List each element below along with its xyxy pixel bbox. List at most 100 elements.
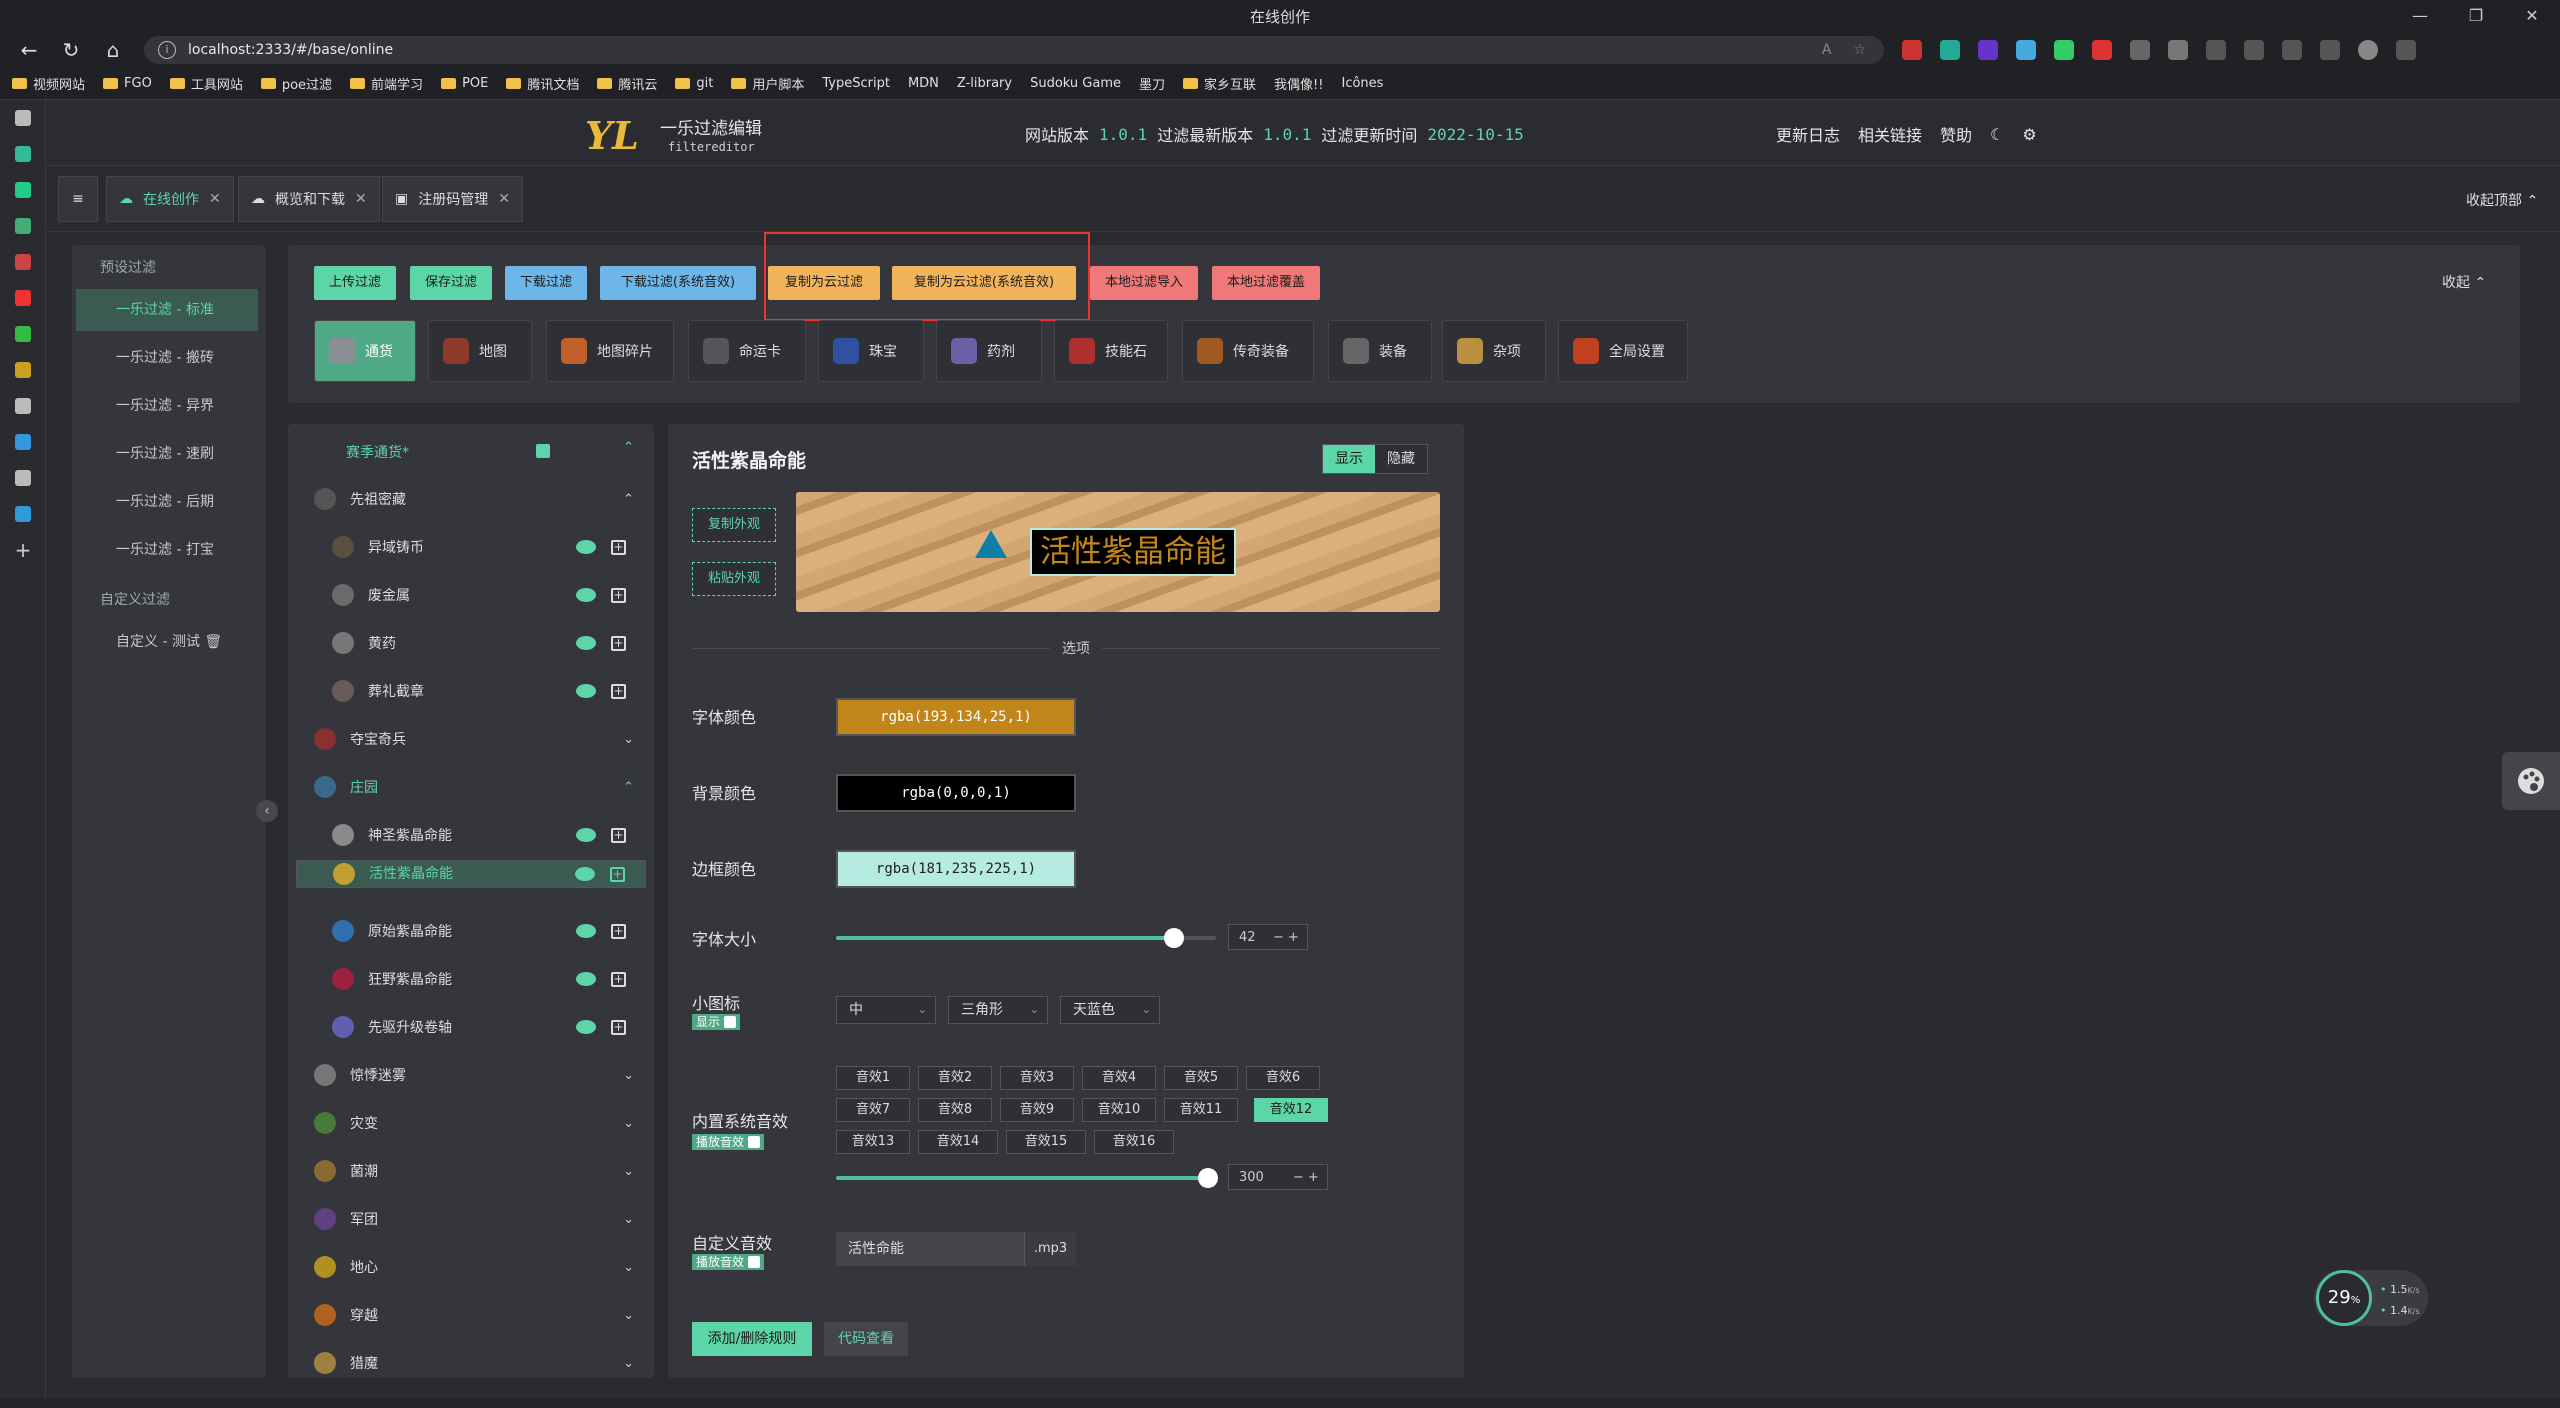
overwrite-local-filter-button[interactable]: 本地过滤覆盖 — [1212, 266, 1320, 300]
preset-item[interactable]: 一乐过滤 - 后期 — [76, 481, 258, 523]
sound-option[interactable]: 音效16 — [1094, 1130, 1174, 1154]
sound-option[interactable]: 音效11 — [1164, 1098, 1238, 1122]
sound-option[interactable]: 音效7 — [836, 1098, 910, 1122]
category-misc[interactable]: 杂项 — [1442, 320, 1546, 382]
preset-item[interactable]: 一乐过滤 - 打宝 — [76, 529, 258, 571]
category-flasks[interactable]: 药剂 — [936, 320, 1042, 382]
plus-icon[interactable]: + — [1308, 1170, 1319, 1185]
sound-option-selected[interactable]: 音效12 — [1254, 1098, 1328, 1122]
vue-icon[interactable] — [0, 136, 46, 172]
border-color-picker[interactable]: rgba(181,235,225,1) — [836, 850, 1076, 888]
tree-node[interactable]: 夺宝奇兵 ⌄ — [296, 716, 646, 762]
preset-item[interactable]: 一乐过滤 - 搬砖 — [76, 337, 258, 379]
refresh-icon[interactable] — [2206, 40, 2226, 60]
bookmark[interactable]: Z-library — [957, 76, 1012, 91]
extension-icon[interactable] — [1940, 40, 1960, 60]
play-icon[interactable] — [0, 280, 46, 316]
bookmark[interactable]: 视频网站 — [12, 74, 85, 93]
sound-option[interactable]: 音效5 — [1164, 1066, 1238, 1090]
view-code-button[interactable]: 代码查看 — [824, 1322, 908, 1356]
close-icon[interactable]: ✕ — [498, 191, 510, 207]
tree-node[interactable]: 废金属 + — [296, 572, 646, 618]
extension-icon[interactable] — [2130, 40, 2150, 60]
download-filter-sound-button[interactable]: 下载过滤(系统音效) — [600, 266, 756, 300]
preset-item[interactable]: 一乐过滤 - 标准 — [76, 289, 258, 331]
minimize-icon[interactable]: — — [2392, 0, 2448, 32]
bookmark[interactable]: 用户脚本 — [731, 74, 804, 93]
info-icon[interactable]: i — [158, 41, 176, 59]
sound-option[interactable]: 音效2 — [918, 1066, 992, 1090]
maximize-icon[interactable]: ❐ — [2448, 0, 2504, 32]
back-icon[interactable]: ← — [16, 37, 42, 63]
bg-color-picker[interactable]: rgba(0,0,0,1) — [836, 774, 1076, 812]
bookmark[interactable]: poe过滤 — [260, 74, 332, 93]
copy-look-button[interactable]: 复制外观 — [692, 508, 776, 542]
bookmark[interactable]: 家乡互联 — [1183, 74, 1256, 93]
category-currency[interactable]: 通货 — [314, 320, 416, 382]
font-color-picker[interactable]: rgba(193,134,25,1) — [836, 698, 1076, 736]
extension-icon[interactable] — [2016, 40, 2036, 60]
import-local-filter-button[interactable]: 本地过滤导入 — [1090, 266, 1198, 300]
address-bar[interactable]: i localhost:2333/#/base/online A ☆ — [144, 36, 1884, 64]
category-gems[interactable]: 技能石 — [1054, 320, 1168, 382]
add-icon[interactable]: + — [0, 532, 46, 568]
custom-play-toggle[interactable]: 播放音效 — [692, 1254, 765, 1270]
history-icon[interactable] — [2282, 40, 2302, 60]
tree-node[interactable]: 先驱升级卷轴 + — [296, 1004, 646, 1050]
add-remove-rule-button[interactable]: 添加/删除规则 — [692, 1322, 812, 1356]
document-icon[interactable] — [0, 388, 46, 424]
volume-stepper[interactable]: 300 − + — [1228, 1164, 1328, 1190]
category-uniques[interactable]: 传奇装备 — [1182, 320, 1314, 382]
layers-icon[interactable] — [0, 460, 46, 496]
cloud-icon[interactable] — [0, 496, 46, 532]
hide-button[interactable]: 隐藏 — [1375, 445, 1427, 473]
category-equipment[interactable]: 装备 — [1328, 320, 1432, 382]
tree-node[interactable]: 军团 ⌄ — [296, 1196, 646, 1242]
category-map-fragments[interactable]: 地图碎片 — [546, 320, 674, 382]
tab-overview[interactable]: ☁ 概览和下载 ✕ — [238, 176, 380, 222]
volume-slider-fill[interactable] — [836, 1176, 1210, 1180]
preset-item[interactable]: 一乐过滤 - 速刷 — [76, 433, 258, 475]
icon-shape-select[interactable]: 三角形 ⌄ — [948, 996, 1048, 1024]
bookmark[interactable]: git — [675, 76, 713, 91]
bookmark[interactable]: 腾讯文档 — [506, 74, 579, 93]
reload-icon[interactable]: ↻ — [58, 37, 84, 63]
collapse-sidebar-icon[interactable]: ‹ — [256, 800, 278, 822]
tree-root-label[interactable]: 赛季通货* — [346, 442, 409, 462]
tree-node[interactable]: 葬礼截章 + — [296, 668, 646, 714]
trash-icon[interactable]: 🗑 — [204, 634, 222, 650]
sound-option[interactable]: 音效13 — [836, 1130, 910, 1154]
bookmark[interactable]: 前端学习 — [350, 74, 423, 93]
tree-node-selected[interactable]: 活性紫晶命能 + — [296, 860, 646, 888]
app-icon[interactable] — [0, 352, 46, 388]
custom-item[interactable]: 自定义 - 测试 🗑 — [76, 621, 258, 663]
close-icon[interactable]: ✕ — [209, 191, 221, 207]
sound-option[interactable]: 音效6 — [1246, 1066, 1320, 1090]
tree-node[interactable]: 穿越 ⌄ — [296, 1292, 646, 1338]
sound-option[interactable]: 音效9 — [1000, 1098, 1074, 1122]
icon-color-select[interactable]: 天蓝色 ⌄ — [1060, 996, 1160, 1024]
extension-icon[interactable] — [0, 208, 46, 244]
preset-item[interactable]: 一乐过滤 - 异界 — [76, 385, 258, 427]
changelog-link[interactable]: 更新日志 — [1776, 122, 1840, 146]
category-maps[interactable]: 地图 — [428, 320, 532, 382]
upload-filter-button[interactable]: 上传过滤 — [314, 266, 396, 300]
font-size-slider-knob[interactable] — [1164, 928, 1184, 948]
tab-license[interactable]: ▣ 注册码管理 ✕ — [382, 176, 523, 222]
play-sound-toggle[interactable]: 播放音效 — [692, 1134, 765, 1150]
tree-node[interactable]: 原始紫晶命能 + — [296, 908, 646, 954]
dark-mode-icon[interactable]: ☾ — [1990, 125, 2004, 144]
minus-icon[interactable]: − — [1289, 1170, 1308, 1185]
tree-node[interactable]: 黄药 + — [296, 620, 646, 666]
tree-node[interactable]: 地心 ⌄ — [296, 1244, 646, 1290]
close-icon[interactable]: ✕ — [355, 191, 367, 207]
bookmark[interactable]: POE — [441, 76, 488, 91]
icon-show-toggle[interactable]: 显示 — [692, 1014, 741, 1030]
category-divination-cards[interactable]: 命运卡 — [688, 320, 806, 382]
close-icon[interactable]: ✕ — [2504, 0, 2560, 32]
category-global-settings[interactable]: 全局设置 — [1558, 320, 1688, 382]
collapse-header-button[interactable]: 收起顶部 ⌃ — [2466, 190, 2538, 210]
tree-node[interactable]: 先祖密藏 ⌃ — [296, 476, 646, 522]
tree-node[interactable]: 猎魔 ⌄ — [296, 1340, 646, 1378]
favorite-icon[interactable]: ☆ — [1853, 42, 1866, 58]
